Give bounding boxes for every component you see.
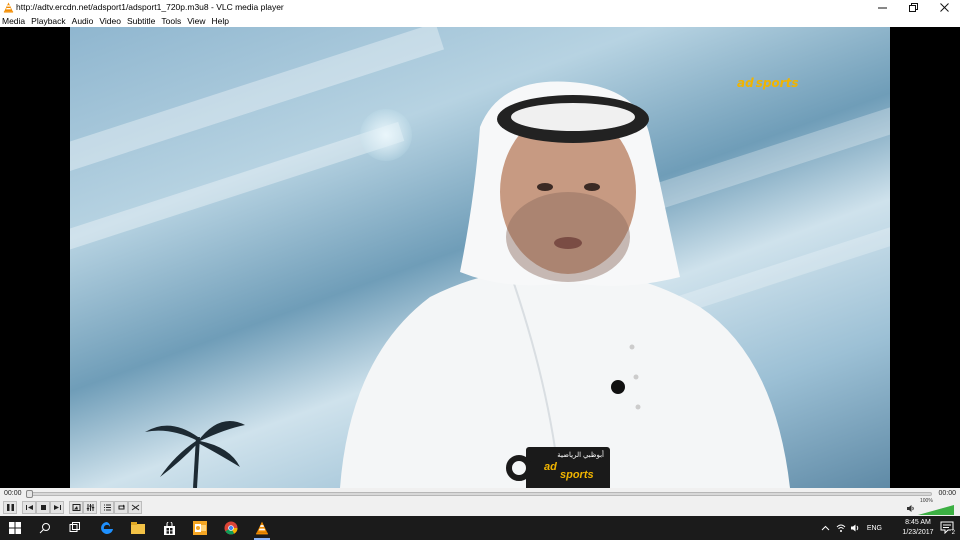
taskbar-vlc[interactable] xyxy=(253,519,271,540)
volume-tray[interactable] xyxy=(850,516,860,540)
mail-app-icon xyxy=(193,521,207,535)
menu-audio[interactable]: Audio xyxy=(72,16,94,26)
mug-text-arabic: أبوظبي الرياضية xyxy=(557,452,604,459)
menu-tools[interactable]: Tools xyxy=(161,16,181,26)
elapsed-time: 00:00 xyxy=(4,490,22,497)
branded-mug: أبوظبي الرياضية ad sports xyxy=(506,447,610,488)
seek-row: 00:00 00:00 xyxy=(0,488,960,500)
stop-button[interactable] xyxy=(36,501,50,514)
window-title: http://adtv.ercdn.net/adsport1/adsport1_… xyxy=(16,2,284,12)
playlist-icon xyxy=(103,504,111,511)
previous-button[interactable] xyxy=(22,501,36,514)
volume-slider[interactable] xyxy=(918,503,954,515)
window-controls xyxy=(867,0,960,14)
next-icon xyxy=(53,505,61,510)
system-clock[interactable]: 8:45 AM 1/23/2017 xyxy=(898,518,938,538)
clock-time: 8:45 AM xyxy=(905,519,931,526)
mug-handle xyxy=(506,455,532,481)
search-button[interactable] xyxy=(36,519,54,537)
pause-icon xyxy=(6,504,14,511)
mug-logo-ad: ad xyxy=(544,461,557,473)
menu-help[interactable]: Help xyxy=(211,16,228,26)
menu-media[interactable]: Media xyxy=(2,16,25,26)
menu-view[interactable]: View xyxy=(187,16,205,26)
presenter xyxy=(320,57,800,488)
fullscreen-button[interactable] xyxy=(69,501,83,514)
playback-controls: 00:00 00:00 100% xyxy=(0,488,960,516)
restore-button[interactable] xyxy=(898,0,929,14)
loop-icon xyxy=(118,504,125,510)
close-icon xyxy=(940,2,949,12)
menu-playback[interactable]: Playback xyxy=(31,16,66,26)
taskbar-store[interactable] xyxy=(160,519,178,537)
edge-browser-icon xyxy=(101,522,113,534)
taskbar: ENG 8:45 AM 1/23/2017 2 xyxy=(0,516,960,540)
shuffle-icon xyxy=(131,504,139,511)
pause-button[interactable] xyxy=(3,501,17,514)
next-button[interactable] xyxy=(50,501,64,514)
mug-logo-sports: sports xyxy=(560,469,594,481)
shuffle-button[interactable] xyxy=(128,501,142,514)
show-hidden-icons[interactable] xyxy=(821,516,830,540)
seek-bar[interactable] xyxy=(26,490,932,498)
speaker-icon xyxy=(851,524,859,532)
restore-icon xyxy=(909,2,918,12)
fullscreen-icon xyxy=(72,504,80,511)
store-bag-icon xyxy=(163,521,175,535)
volume-control[interactable]: 100% xyxy=(906,498,954,515)
total-time: 00:00 xyxy=(938,490,956,497)
start-button[interactable] xyxy=(6,519,24,537)
menu-video[interactable]: Video xyxy=(99,16,121,26)
palm-silhouette xyxy=(140,407,250,488)
language-label: ENG xyxy=(866,524,882,532)
windows-logo-icon xyxy=(9,522,21,534)
taskbar-edge[interactable] xyxy=(98,519,116,537)
chrome-browser-icon xyxy=(224,521,238,535)
action-center-button[interactable]: 2 xyxy=(940,520,956,536)
seek-handle[interactable] xyxy=(26,490,33,498)
clock-date: 1/23/2017 xyxy=(902,529,934,536)
video-frame: ad sports أبوظبي الرياضية ad sports xyxy=(70,27,890,488)
close-button[interactable] xyxy=(929,0,960,14)
folder-icon xyxy=(131,522,145,534)
chevron-up-icon xyxy=(821,525,830,530)
minimize-icon xyxy=(878,7,887,8)
taskbar-file-explorer[interactable] xyxy=(129,519,147,537)
menu-subtitle[interactable]: Subtitle xyxy=(127,16,155,26)
search-icon xyxy=(39,523,50,534)
task-view-button[interactable] xyxy=(66,519,84,537)
taskbar-chrome[interactable] xyxy=(222,519,240,537)
speaker-icon[interactable] xyxy=(906,504,915,513)
wifi-icon xyxy=(836,524,846,532)
menu-bar: Media Playback Audio Video Subtitle Tool… xyxy=(0,14,960,27)
notification-count: 2 xyxy=(950,530,956,536)
vlc-cone-icon xyxy=(2,1,14,13)
previous-icon xyxy=(25,505,33,510)
control-buttons: 100% xyxy=(0,498,960,516)
taskbar-outlook[interactable] xyxy=(191,519,209,537)
extended-settings-button[interactable] xyxy=(83,501,97,514)
title-bar: http://adtv.ercdn.net/adsport1/adsport1_… xyxy=(0,0,960,14)
equalizer-icon xyxy=(86,504,94,511)
vlc-cone-icon xyxy=(256,521,268,535)
network-tray[interactable] xyxy=(836,516,846,540)
language-indicator[interactable]: ENG xyxy=(867,516,882,540)
playlist-button[interactable] xyxy=(100,501,114,514)
minimize-button[interactable] xyxy=(867,0,898,14)
task-view-icon xyxy=(69,522,80,532)
stop-icon xyxy=(40,505,46,510)
loop-button[interactable] xyxy=(114,501,128,514)
video-area[interactable]: ad sports أبوظبي الرياضية ad sports xyxy=(0,27,960,488)
